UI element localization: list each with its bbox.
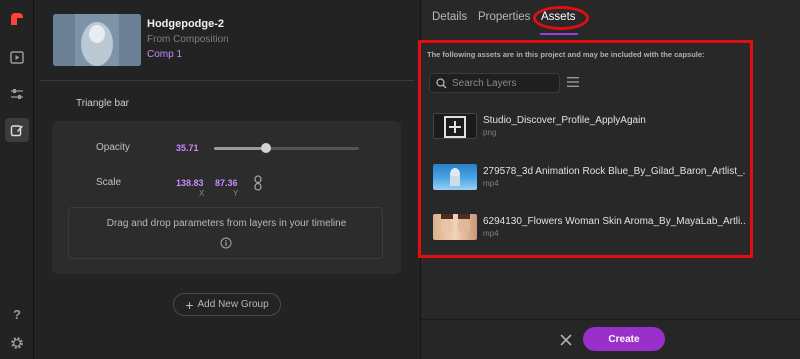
scale-y-value[interactable]: 87.36: [215, 178, 238, 188]
opacity-value[interactable]: 35.71: [176, 143, 199, 153]
scale-x-axis-label: X: [199, 189, 205, 198]
composition-link[interactable]: Comp 1: [147, 49, 182, 60]
opacity-slider-handle[interactable]: [261, 143, 272, 153]
asset-thumbnail: [433, 214, 477, 240]
parameter-drop-zone[interactable]: Drag and drop parameters from layers in …: [68, 207, 383, 259]
list-menu-icon[interactable]: [567, 77, 579, 87]
panel-footer: Create: [421, 319, 800, 359]
settings-gear-icon[interactable]: [5, 331, 29, 355]
app-window: ? Hodgepodge-2 From Composition Comp 1 T…: [0, 0, 800, 359]
capsule-editor-panel: Hodgepodge-2 From Composition Comp 1 Tri…: [34, 0, 420, 359]
asset-type: mp4: [483, 179, 499, 188]
create-button[interactable]: Create: [583, 327, 665, 351]
active-tab-indicator: [540, 33, 578, 35]
link-chain-icon[interactable]: [253, 175, 263, 196]
opacity-slider[interactable]: [214, 143, 359, 153]
plus-icon: +: [185, 296, 194, 313]
asset-item[interactable]: 279578_3d Animation Rock Blue_By_Gilad_B…: [433, 164, 745, 194]
info-icon[interactable]: [220, 236, 232, 254]
composition-subtitle: From Composition: [147, 34, 229, 45]
asset-thumbnail: [433, 113, 477, 139]
tab-properties[interactable]: Properties: [478, 11, 530, 23]
scale-y-axis-label: Y: [233, 189, 239, 198]
asset-item[interactable]: 6294130_Flowers Woman Skin Aroma_By_Maya…: [433, 214, 745, 244]
tab-details[interactable]: Details: [432, 11, 467, 23]
svg-text:?: ?: [13, 307, 21, 321]
opacity-slider-fill: [214, 147, 267, 150]
asset-thumbnail: [433, 164, 477, 190]
asset-type: mp4: [483, 229, 499, 238]
opacity-label: Opacity: [96, 142, 130, 153]
add-new-group-label: Add New Group: [197, 299, 269, 310]
play-media-icon[interactable]: [5, 45, 29, 69]
app-logo-icon[interactable]: [5, 7, 29, 31]
asset-name: 279578_3d Animation Rock Blue_By_Gilad_B…: [483, 166, 745, 177]
edit-layers-icon[interactable]: [5, 118, 29, 142]
add-new-group-button[interactable]: + Add New Group: [173, 293, 281, 316]
drop-zone-text: Drag and drop parameters from layers in …: [106, 218, 347, 229]
search-layers-input[interactable]: Search Layers: [429, 73, 560, 93]
divider: [40, 80, 414, 81]
highlight-circle-annotation: [533, 6, 589, 30]
scale-x-value[interactable]: 138.83: [176, 178, 204, 188]
asset-name: Studio_Discover_Profile_ApplyAgain: [483, 115, 646, 126]
search-placeholder: Search Layers: [452, 78, 517, 89]
asset-type: png: [483, 128, 497, 137]
panel-tabs: Details Properties Assets: [421, 0, 800, 36]
composition-title: Hodgepodge-2: [147, 18, 224, 30]
search-icon: [436, 78, 447, 89]
close-icon[interactable]: [559, 333, 573, 347]
asset-item[interactable]: Studio_Discover_Profile_ApplyAgain png: [433, 113, 743, 143]
icon-rail: ?: [0, 0, 34, 359]
side-panel: Details Properties Assets The following …: [418, 0, 800, 359]
group-card: Opacity 35.71 Scale 138.83 X 87.36 Y Dra…: [52, 121, 401, 274]
help-icon[interactable]: ?: [5, 302, 29, 326]
asset-name: 6294130_Flowers Woman Skin Aroma_By_Maya…: [483, 216, 745, 227]
sliders-icon[interactable]: [5, 82, 29, 106]
composition-thumbnail: [53, 14, 141, 66]
group-title[interactable]: Triangle bar: [76, 98, 129, 109]
assets-notice: The following assets are in this project…: [427, 50, 705, 59]
scale-label: Scale: [96, 177, 122, 188]
